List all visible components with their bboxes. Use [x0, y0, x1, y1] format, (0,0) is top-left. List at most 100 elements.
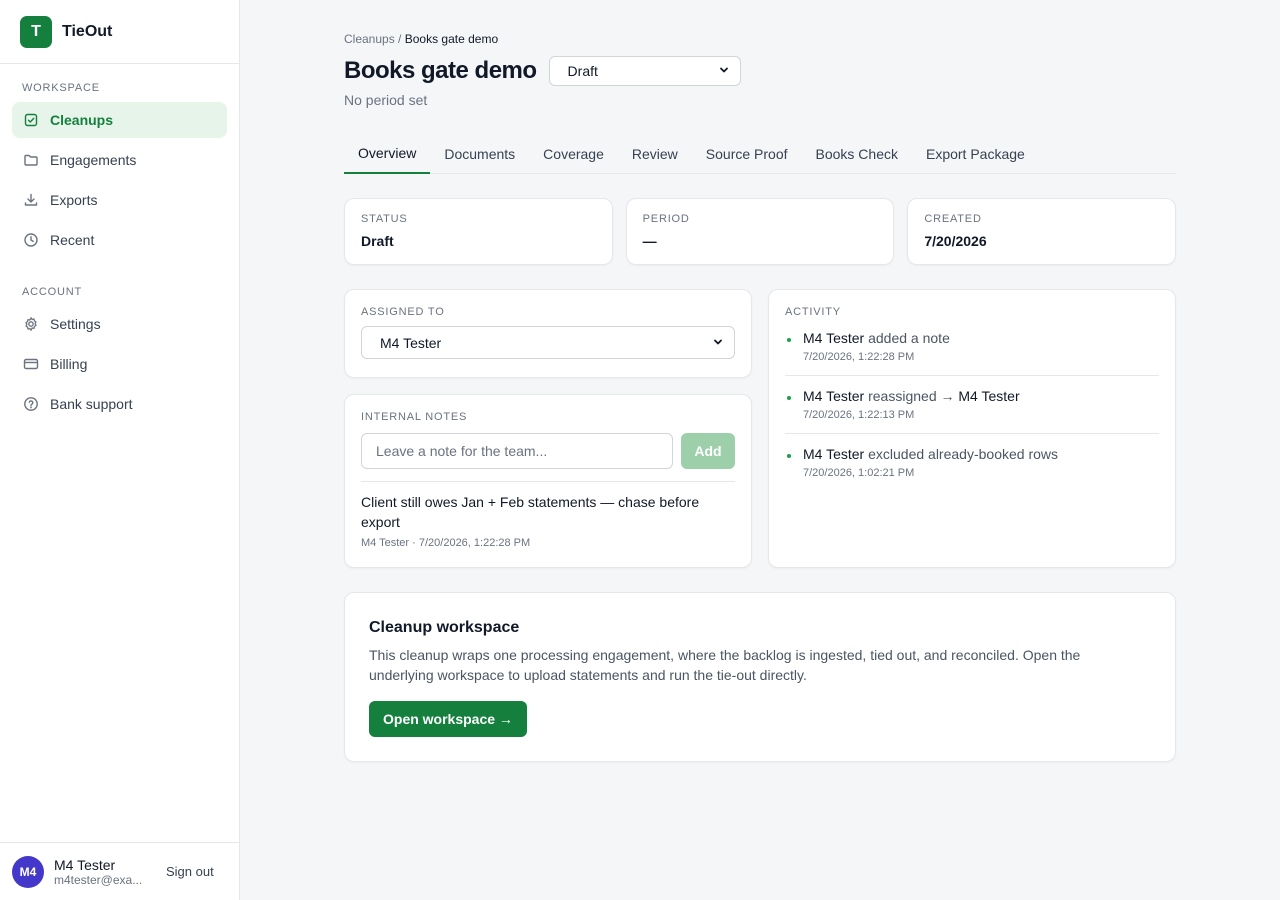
tab-overview[interactable]: Overview: [344, 134, 431, 174]
activity-time: 7/20/2026, 1:22:28 PM: [803, 351, 915, 363]
stat-card-period: PERIOD —: [625, 198, 895, 265]
stat-card-created: CREATED 7/20/2026: [907, 198, 1177, 265]
activity-card: ACTIVITY M4 Tester added a note 7/20/202…: [768, 289, 1176, 568]
account-section-label: ACCOUNT: [22, 286, 82, 298]
activity-action: excluded already-booked rows: [868, 446, 1058, 462]
chevron-down-icon: [712, 335, 724, 351]
sidebar-item-label: Exports: [50, 192, 98, 208]
tab-books-check[interactable]: Books Check: [802, 134, 912, 174]
note-input[interactable]: [361, 433, 673, 469]
status-select[interactable]: Draft: [548, 56, 741, 86]
workspace-description: This cleanup wraps one processing engage…: [369, 647, 1081, 683]
stats-row: STATUS Draft PERIOD — CREATED 7/20/2026: [344, 198, 1177, 265]
assignee-select-value: M4 Tester: [380, 334, 442, 351]
stat-label: STATUS: [361, 213, 408, 225]
assigned-label: ASSIGNED TO: [361, 306, 445, 318]
clock-icon: [22, 231, 40, 249]
note-text: Client still owes Jan + Feb statements —…: [361, 494, 700, 530]
activity-actor: M4 Tester: [803, 446, 865, 462]
activity-item: M4 Tester reassigned → M4 Tester 7/20/20…: [785, 375, 1159, 433]
add-note-button[interactable]: Add: [681, 433, 735, 469]
clipboard-check-icon: [22, 111, 40, 129]
sidebar-item-engagements[interactable]: Engagements: [12, 142, 227, 178]
status-select-value: Draft: [567, 63, 598, 79]
activity-text: M4 Tester added a note: [803, 328, 950, 348]
stat-value: Draft: [361, 233, 394, 249]
sidebar-item-label: Recent: [50, 232, 95, 248]
gear-icon: [22, 315, 40, 333]
tab-source-proof[interactable]: Source Proof: [692, 134, 802, 174]
page-title: Books gate demo: [344, 57, 537, 84]
help-circle-icon: [22, 395, 40, 413]
main-content: Cleanups / Books gate demo Books gate de…: [344, 0, 1177, 762]
user-bar: M4 M4 Tester m4tester@exa... Sign out: [0, 842, 239, 900]
user-info: M4 Tester m4tester@exa...: [54, 857, 149, 887]
tab-documents[interactable]: Documents: [430, 134, 529, 174]
folder-icon: [22, 151, 40, 169]
breadcrumb-parent-link[interactable]: Cleanups: [344, 32, 395, 46]
chevron-down-icon: [718, 63, 730, 79]
stat-value: 7/20/2026: [924, 233, 987, 249]
activity-target: M4 Tester: [958, 388, 1020, 404]
activity-actor: M4 Tester: [803, 388, 865, 404]
activity-item: M4 Tester added a note 7/20/2026, 1:22:2…: [785, 328, 1159, 375]
credit-card-icon: [22, 355, 40, 373]
period-subtitle: No period set: [344, 92, 428, 108]
activity-text: M4 Tester excluded already-booked rows: [803, 444, 1058, 464]
brand[interactable]: T TieOut: [0, 0, 239, 64]
avatar[interactable]: M4: [12, 855, 44, 888]
detail-grid: ASSIGNED TO M4 Tester INTERNAL NOTES Add…: [344, 289, 1176, 568]
bullet-dot-icon: [787, 338, 791, 342]
activity-text: M4 Tester reassigned → M4 Tester: [803, 386, 1020, 406]
tab-export-package[interactable]: Export Package: [912, 134, 1039, 174]
account-nav: Settings Billing Bank support: [0, 306, 239, 424]
divider: [361, 481, 735, 482]
user-email: m4tester@exa...: [54, 872, 143, 887]
activity-time: 7/20/2026, 1:22:13 PM: [803, 409, 915, 421]
sidebar-item-label: Bank support: [50, 396, 133, 412]
notes-card: INTERNAL NOTES Add Client still owes Jan…: [344, 394, 752, 568]
app-logo: T: [20, 15, 52, 48]
stat-value: —: [642, 233, 657, 249]
app-name: TieOut: [62, 22, 113, 40]
title-row: Books gate demo Draft: [344, 56, 1176, 86]
activity-label: ACTIVITY: [785, 306, 841, 318]
sidebar-item-label: Billing: [50, 356, 88, 372]
tab-bar: Overview Documents Coverage Review Sourc…: [344, 134, 1176, 174]
bullet-dot-icon: [787, 454, 791, 458]
workspace-title: Cleanup workspace: [369, 619, 520, 636]
sidebar: T TieOut WORKSPACE Cleanups Engagements …: [0, 0, 240, 900]
note-meta: M4 Tester · 7/20/2026, 1:22:28 PM: [361, 537, 531, 549]
breadcrumb: Cleanups / Books gate demo: [344, 32, 1176, 46]
breadcrumb-current: Books gate demo: [404, 32, 499, 46]
activity-action: added a note: [868, 330, 950, 346]
sidebar-item-label: Settings: [50, 316, 101, 332]
stat-card-status: STATUS Draft: [344, 198, 613, 265]
sidebar-item-cleanups[interactable]: Cleanups: [12, 102, 227, 138]
stat-label: CREATED: [924, 213, 982, 225]
user-name: M4 Tester: [54, 856, 116, 873]
sign-out-button[interactable]: Sign out: [166, 864, 214, 879]
sidebar-item-label: Cleanups: [50, 112, 114, 128]
workspace-card: Cleanup workspace This cleanup wraps one…: [344, 592, 1176, 762]
notes-label: INTERNAL NOTES: [361, 411, 468, 423]
sidebar-item-label: Engagements: [50, 152, 137, 168]
workspace-nav: Cleanups Engagements Exports Recent: [0, 102, 239, 260]
assignee-select[interactable]: M4 Tester: [361, 326, 735, 359]
stat-label: PERIOD: [642, 213, 690, 225]
sidebar-item-exports[interactable]: Exports: [12, 182, 227, 218]
open-workspace-button[interactable]: Open workspace →: [369, 701, 527, 737]
activity-item: M4 Tester excluded already-booked rows 7…: [785, 433, 1159, 491]
download-icon: [22, 191, 40, 209]
sidebar-item-billing[interactable]: Billing: [12, 346, 227, 382]
sidebar-item-bank-support[interactable]: Bank support: [12, 386, 227, 422]
activity-list: M4 Tester added a note 7/20/2026, 1:22:2…: [785, 328, 1159, 491]
sidebar-item-settings[interactable]: Settings: [12, 306, 227, 342]
tab-review[interactable]: Review: [618, 134, 692, 174]
activity-action: reassigned →: [868, 388, 955, 404]
tab-coverage[interactable]: Coverage: [529, 134, 618, 174]
assigned-card: ASSIGNED TO M4 Tester: [344, 289, 752, 378]
activity-time: 7/20/2026, 1:02:21 PM: [803, 467, 915, 479]
sidebar-item-recent[interactable]: Recent: [12, 222, 227, 258]
note-input-row: Add: [361, 433, 735, 469]
